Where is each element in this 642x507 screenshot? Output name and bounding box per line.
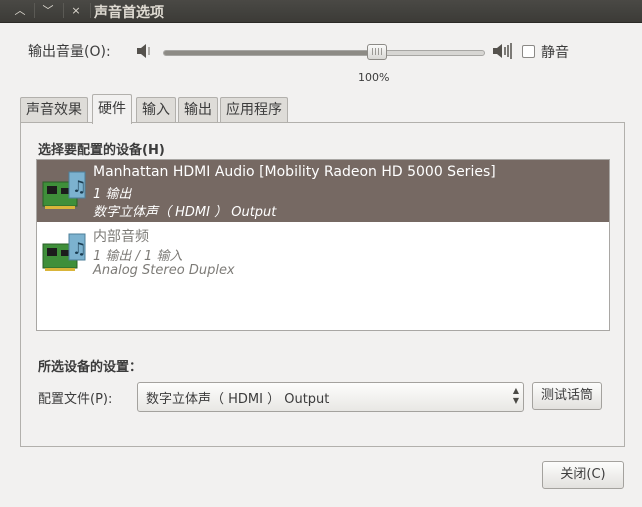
speaker-high-icon: [493, 43, 512, 59]
device-name: Manhattan HDMI Audio [Mobility Radeon HD…: [93, 164, 496, 180]
volume-slider[interactable]: [163, 50, 485, 56]
device-profile: 数字立体声（ HDMI ） Output: [93, 205, 277, 220]
profile-select-value: 数字立体声（ HDMI ） Output: [146, 392, 330, 407]
volume-slider-fill: [164, 51, 378, 55]
device-ports: 1 输出: [93, 187, 132, 202]
device-list[interactable]: ♫ Manhattan HDMI Audio [Mobility Radeon …: [36, 159, 610, 331]
device-section-title: 选择要配置的设备(H): [38, 143, 165, 158]
chevron-up-icon[interactable]: ︿: [10, 2, 30, 19]
volume-slider-thumb[interactable]: [367, 44, 388, 60]
titlebar-separator: [63, 3, 64, 18]
mute-checkbox[interactable]: [522, 45, 535, 58]
profile-select[interactable]: 数字立体声（ HDMI ） Output ▲ ▼: [137, 382, 524, 412]
tab-input[interactable]: 输入: [136, 97, 176, 123]
close-button[interactable]: 关闭(C): [542, 461, 624, 489]
test-microphone-button[interactable]: 测试话筒: [532, 382, 602, 410]
titlebar-separator: [34, 3, 35, 18]
close-icon[interactable]: ×: [66, 2, 86, 19]
sound-card-icon: ♫: [42, 233, 86, 271]
tab-output[interactable]: 输出: [178, 97, 218, 123]
volume-percent: 100%: [358, 71, 390, 84]
output-volume-label: 输出音量(O):: [28, 44, 111, 60]
device-name: 内部音频: [93, 229, 149, 245]
tab-hardware[interactable]: 硬件: [92, 94, 132, 124]
tab-applications[interactable]: 应用程序: [220, 97, 288, 123]
title-bar: ︿ ﹀ × 声音首选项: [0, 0, 642, 23]
window-title: 声音首选项: [94, 5, 164, 21]
chevron-down-icon[interactable]: ﹀: [38, 2, 58, 19]
profile-label: 配置文件(P):: [38, 392, 113, 407]
tab-sound-effects[interactable]: 声音效果: [20, 97, 88, 123]
updown-arrows-icon: ▲ ▼: [512, 386, 519, 405]
sound-card-icon: ♫: [42, 171, 86, 209]
device-profile: Analog Stereo Duplex: [93, 263, 235, 278]
svg-text:♫: ♫: [72, 239, 86, 258]
list-item-device[interactable]: ♫ Manhattan HDMI Audio [Mobility Radeon …: [37, 160, 609, 222]
list-item-device[interactable]: ♫ 内部音频 1 输出 / 1 输入 Analog Stereo Duplex: [37, 222, 609, 284]
speaker-low-icon: [137, 44, 150, 58]
svg-text:♫: ♫: [72, 177, 86, 196]
titlebar-separator: [90, 3, 91, 18]
device-ports: 1 输出 / 1 输入: [93, 249, 183, 264]
mute-label[interactable]: 静音: [541, 42, 569, 62]
settings-section-title: 所选设备的设置：: [38, 360, 143, 375]
